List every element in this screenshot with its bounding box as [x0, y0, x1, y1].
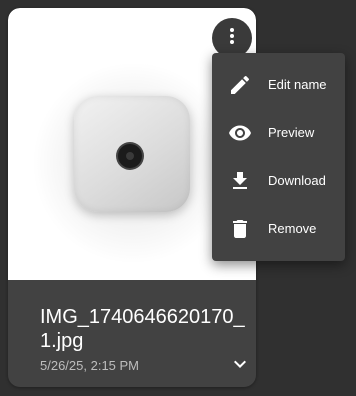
context-menu: Edit name Preview Download Remove: [212, 53, 345, 261]
more-vert-icon: [220, 24, 244, 53]
trash-icon: [228, 217, 252, 241]
pencil-icon: [228, 73, 252, 97]
menu-item-label: Download: [268, 173, 326, 188]
menu-item-remove[interactable]: Remove: [212, 205, 345, 253]
menu-item-edit-name[interactable]: Edit name: [212, 61, 345, 109]
file-name: IMG_1740646620170_1.jpg: [40, 306, 245, 352]
thumbnail-lens: [118, 144, 142, 168]
menu-item-label: Preview: [268, 125, 315, 140]
chevron-down-icon: [228, 352, 252, 381]
menu-item-label: Edit name: [268, 77, 327, 92]
download-icon: [228, 169, 252, 193]
eye-icon: [228, 121, 252, 145]
more-options-button[interactable]: [212, 18, 252, 58]
expand-button[interactable]: [228, 354, 252, 378]
menu-item-label: Remove: [268, 221, 317, 236]
file-date: 5/26/25, 2:15 PM: [40, 358, 140, 373]
thumbnail-lens-inner: [126, 152, 134, 160]
menu-item-preview[interactable]: Preview: [212, 109, 345, 157]
menu-item-download[interactable]: Download: [212, 157, 345, 205]
